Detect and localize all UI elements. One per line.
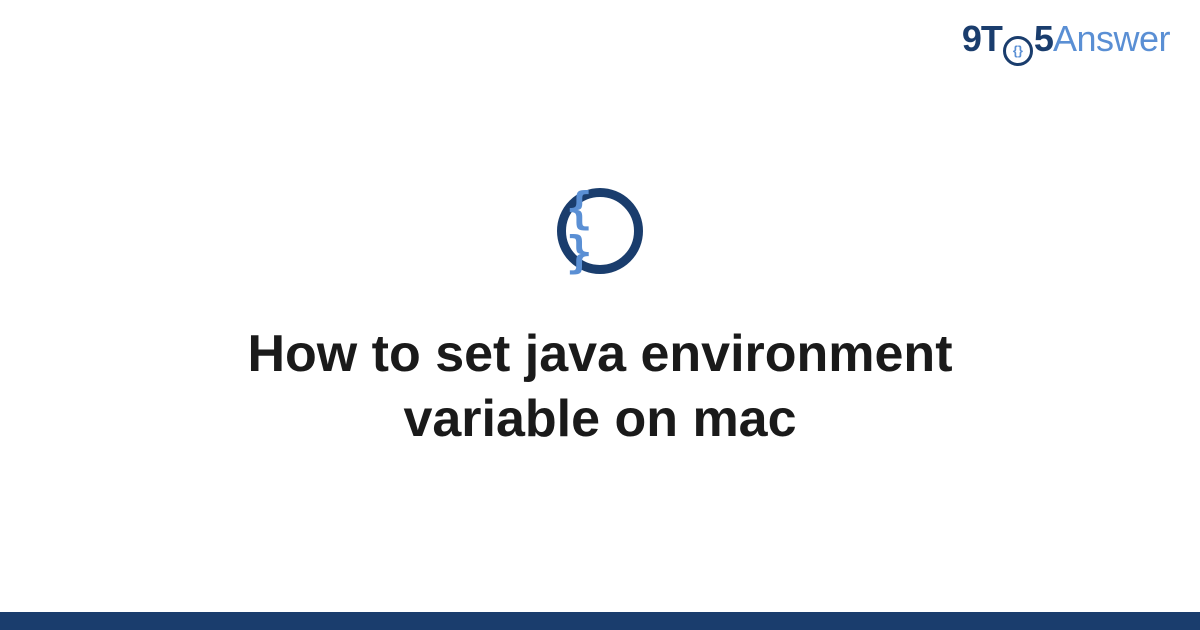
footer-bar [0,612,1200,630]
main-content: { } How to set java environment variable… [0,0,1200,630]
code-braces-icon: { } [557,188,643,274]
braces-glyph: { } [566,187,634,275]
page-title: How to set java environment variable on … [150,322,1050,452]
